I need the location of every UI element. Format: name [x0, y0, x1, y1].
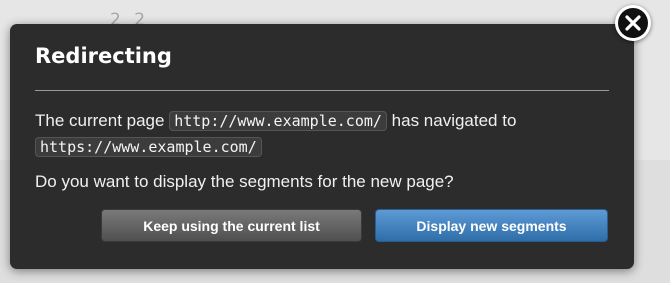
redirect-question: Do you want to display the segments for …	[35, 172, 454, 191]
close-icon	[618, 8, 648, 38]
dialog-title: Redirecting	[35, 44, 172, 68]
title-divider	[35, 90, 609, 91]
redirect-dialog: Redirecting The current page http://www.…	[10, 24, 634, 269]
close-button[interactable]	[615, 5, 651, 41]
redirect-message: The current page http://www.example.com/…	[35, 108, 610, 160]
new-url: https://www.example.com/	[35, 137, 262, 157]
current-url: http://www.example.com/	[169, 111, 387, 131]
message-middle: has navigated to	[391, 111, 517, 130]
display-new-segments-button[interactable]: Display new segments	[375, 209, 608, 242]
keep-current-list-button[interactable]: Keep using the current list	[101, 209, 362, 242]
message-prefix: The current page	[35, 111, 165, 130]
